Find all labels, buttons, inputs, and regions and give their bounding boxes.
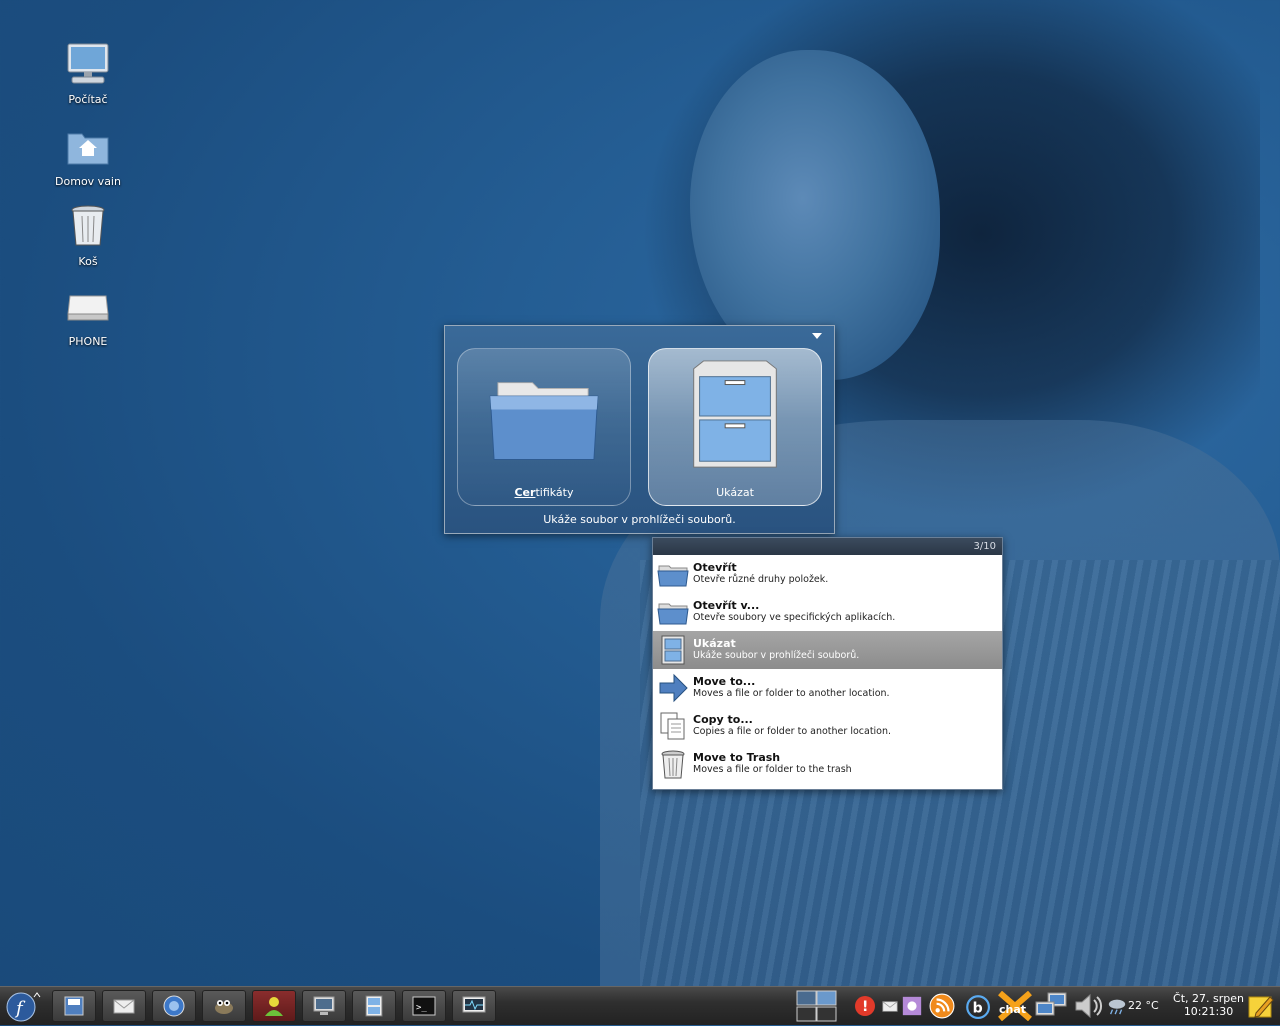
svg-text:chat: chat [999,1003,1026,1016]
list-item-selected[interactable]: Ukázat Ukáže soubor v prohlížeči souborů. [653,631,1002,669]
mail-tray[interactable] [880,990,900,1022]
taskbar: f >_ ! b chat 22 °C Čt, 27. srpen 10:21:… [0,986,1280,1025]
action-title: Otevřít [693,561,737,574]
workspace-switcher[interactable] [796,990,838,1022]
folder-open-icon [657,565,689,587]
svg-text:!: ! [862,999,868,1015]
action-description: Otevře různé druhy položek. [693,574,829,585]
list-item[interactable]: Move to... Moves a file or folder to anot… [653,669,1002,707]
action-title: Otevřít v... [693,599,760,612]
action-description: Ukáže soubor v prohlížeči souborů. [693,650,860,661]
fedora-menu-icon: f [6,992,41,1022]
terminal-icon: >_ [412,996,436,1016]
file-cabinet-button[interactable] [352,990,396,1022]
rss-icon [929,993,955,1019]
action-title: Move to... [693,675,756,688]
launcher-tile-action[interactable]: Ukázat [648,348,822,506]
workspace-switcher-icon [796,990,837,1022]
file-cabinet-icon [661,635,685,665]
clock-time: 10:21:30 [1183,1005,1234,1018]
arrow-right-icon [659,673,688,703]
action-list: 3/10 Otevřít Otevře různé druhy položek. … [652,537,1003,790]
clock-date: Čt, 27. srpen [1173,992,1244,1005]
desktop-icon-label: Počítač [68,93,108,106]
file-cabinet-icon [365,995,383,1017]
fedora-menu-button[interactable]: f [4,989,42,1023]
notes-icon [1248,996,1274,1018]
launcher-window: Certifikáty Ukázat Ukáže soubor v prohlí… [444,325,835,534]
weather-tray[interactable] [1106,990,1128,1022]
system-monitor-icon [462,996,486,1013]
launcher-tile-label: Certifikáty [514,486,574,499]
list-item[interactable]: Otevřít Otevře různé druhy položek. [653,555,1002,593]
desktop-icon-trash[interactable]: Koš [48,202,128,268]
folder-icon [489,382,599,460]
chat-tray[interactable]: chat [996,990,1034,1022]
action-description: Copies a file or folder to another locat… [693,726,892,737]
contacts-button[interactable] [252,990,296,1022]
chevron-down-icon[interactable] [812,333,822,339]
file-manager-icon [64,996,84,1016]
list-item[interactable]: Otevřít v... Otevře soubory ve specifický… [653,593,1002,631]
action-title: Ukázat [693,637,736,650]
launcher-tile-object[interactable]: Certifikáty [457,348,631,506]
display-settings-icon [313,996,335,1015]
list-item[interactable]: Copy to... Copies a file or folder to ano… [653,707,1002,745]
home-folder-icon [67,133,109,165]
rss-tray[interactable] [928,990,956,1022]
drive-icon [67,295,109,321]
action-counter: 3/10 [653,538,1002,555]
desktop-icon-home[interactable]: Domov vain [48,122,128,188]
flower-tray[interactable] [900,990,924,1022]
blogger-icon: b [966,995,990,1019]
desktop-icon-label: Koš [78,255,98,268]
file-cabinet-icon [693,360,777,468]
network-tray[interactable] [1034,990,1070,1022]
mail-button[interactable] [102,990,146,1022]
system-monitor-button[interactable] [452,990,496,1022]
desktop-icon-phone[interactable]: PHONE [48,282,128,348]
network-icon [1035,992,1067,1016]
trash-icon [661,750,685,779]
action-description: Moves a file or folder to another locati… [693,688,890,699]
trash-icon [71,205,105,246]
volume-icon [1075,993,1103,1019]
desktop-icon-computer[interactable]: Počítač [48,40,128,106]
action-title: Move to Trash [693,751,781,764]
clock[interactable]: Čt, 27. srpen 10:21:30 [1173,992,1244,1018]
alert-tray[interactable]: ! [852,990,878,1022]
mail-icon [113,999,135,1014]
chat-icon: chat [998,991,1032,1021]
volume-tray[interactable] [1072,990,1106,1022]
computer-icon [67,43,109,84]
blogger-tray[interactable]: b [962,990,992,1022]
temperature-readout: 22 °C [1128,999,1159,1012]
terminal-button[interactable]: >_ [402,990,446,1022]
folder-open-icon [657,603,689,625]
notes-button[interactable] [1246,991,1276,1021]
action-title: Copy to... [693,713,753,726]
browser-button[interactable] [152,990,196,1022]
desktop-icon-label: Domov vain [55,175,121,188]
gimp-button[interactable] [202,990,246,1022]
svg-text:>_: >_ [416,1003,427,1013]
file-manager-button[interactable] [52,990,96,1022]
action-description: Otevře soubory ve specifických aplikacíc… [693,612,896,623]
browser-icon [163,995,185,1017]
flower-icon [902,996,922,1016]
alert-icon: ! [855,996,875,1016]
gimp-icon [215,1000,233,1014]
launcher-description: Ukáže soubor v prohlížeči souborů. [543,513,736,526]
launcher-tile-label: Ukázat [716,486,754,499]
copy-icon [660,712,685,740]
desktop-icon-label: PHONE [68,335,108,348]
action-description: Moves a file or folder to the trash [693,764,852,775]
list-item[interactable]: Move to Trash Moves a file or folder to t… [653,745,1002,783]
mail-tray-icon [882,1000,898,1012]
weather-icon [1108,999,1126,1015]
display-settings-button[interactable] [302,990,346,1022]
contacts-icon [265,997,283,1016]
svg-text:b: b [973,1001,983,1017]
